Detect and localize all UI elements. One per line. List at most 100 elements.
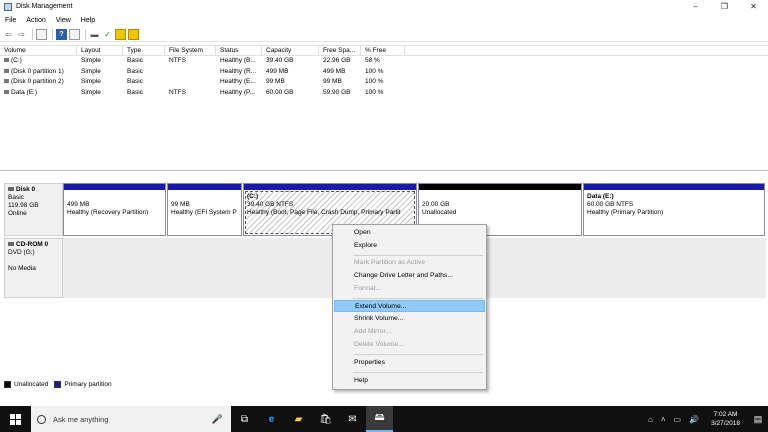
partition-label: Data (E:) xyxy=(587,193,614,200)
column-header-file-system[interactable]: File System xyxy=(165,46,216,55)
show-hide-tree-icon[interactable] xyxy=(36,28,47,40)
partition-label: (C:) xyxy=(247,193,259,200)
capacity-cell: 99 MB xyxy=(266,78,285,85)
clock[interactable]: 7:02 AM 3/27/2018 xyxy=(711,410,740,428)
toolbar-separator xyxy=(52,28,53,40)
menu-item-mark-active[interactable]: Mark Partition as Active xyxy=(334,257,485,269)
store-icon[interactable]: 🛍 xyxy=(312,406,339,432)
volume-list: Volume Layout Type File System Status Ca… xyxy=(0,45,768,171)
partition-size: 99 MB xyxy=(171,201,190,208)
menu-item-delete-volume[interactable]: Delete Volume... xyxy=(334,339,485,351)
volume-cell: Data (E:) xyxy=(0,88,77,99)
partition-status: Healthy (Boot, Page File, Crash Dump, Pr… xyxy=(247,209,401,216)
menu-view[interactable]: View xyxy=(51,17,76,24)
connect-disk-icon[interactable]: ▬ xyxy=(89,29,100,40)
microphone-icon[interactable]: 🎤 xyxy=(212,414,223,425)
volume-name: (C:) xyxy=(11,57,22,64)
partition-text: (C:) 39.40 GB NTFS Healthy (Boot, Page F… xyxy=(244,190,416,220)
capacity-cell: 60.00 GB xyxy=(266,88,294,96)
action-center-icon[interactable]: ▤ xyxy=(748,406,768,432)
menu-action[interactable]: Action xyxy=(21,17,50,24)
disk-0-label[interactable]: Disk 0 Basic 119.98 GB Online xyxy=(4,183,63,236)
free-space-cell: 99 MB xyxy=(323,78,342,85)
minimize-button[interactable]: – xyxy=(681,0,710,13)
show-hidden-icons-icon[interactable]: ˄ xyxy=(661,415,666,424)
column-header-capacity[interactable]: Capacity xyxy=(262,46,319,55)
menu-separator xyxy=(353,354,483,355)
cdrom-type: DVD (G:) xyxy=(8,249,35,256)
partition-text: 499 MB Healthy (Recovery Partition) xyxy=(64,190,165,220)
menu-item-shrink-volume[interactable]: Shrink Volume... xyxy=(334,313,485,325)
table-row[interactable]: (C:) Simple Basic NTFS Healthy (B... 39.… xyxy=(0,56,768,67)
layout-cell: Simple xyxy=(81,88,101,96)
menu-separator xyxy=(353,255,483,256)
edge-browser-icon[interactable]: e xyxy=(258,406,285,432)
menu-item-change-drive-letter[interactable]: Change Drive Letter and Paths... xyxy=(334,270,485,282)
file-system-cell: NTFS xyxy=(169,88,186,96)
partition-data-e[interactable]: Data (E:) 60.00 GB NTFS Healthy (Primary… xyxy=(583,183,765,236)
start-button[interactable] xyxy=(0,406,31,432)
status-cell: Healthy (E... xyxy=(220,78,256,85)
people-icon[interactable]: ⌂ xyxy=(648,415,653,424)
legend-unallocated: Unallocated xyxy=(14,381,49,388)
volume-cell: (Disk 0 partition 2) xyxy=(0,77,77,88)
forward-arrow-icon[interactable]: ⇨ xyxy=(16,29,27,40)
drive-icon xyxy=(4,58,9,63)
menu-help[interactable]: Help xyxy=(76,17,100,24)
partition-text: Data (E:) 60.00 GB NTFS Healthy (Primary… xyxy=(584,190,764,220)
partition-recovery[interactable]: 499 MB Healthy (Recovery Partition) xyxy=(63,183,166,236)
cdrom-0-label[interactable]: CD-ROM 0 DVD (G:) No Media xyxy=(4,238,63,298)
search-box[interactable]: Ask me anything 🎤 xyxy=(31,406,231,432)
properties-icon[interactable] xyxy=(69,28,80,40)
type-cell: Basic xyxy=(127,88,143,96)
partition-label xyxy=(171,193,238,201)
column-header-free-space[interactable]: Free Spa... xyxy=(319,46,361,55)
table-row[interactable]: (Disk 0 partition 2) Simple Basic Health… xyxy=(0,77,768,88)
menu-file[interactable]: File xyxy=(0,17,21,24)
task-view-icon[interactable]: ⧉ xyxy=(231,406,258,432)
partition-efi[interactable]: 99 MB Healthy (EFI System P xyxy=(167,183,242,236)
mail-icon[interactable]: ✉ xyxy=(339,406,366,432)
capacity-cell: 39.40 GB xyxy=(266,57,294,64)
back-arrow-icon[interactable]: ⇦ xyxy=(3,29,14,40)
file-explorer-icon[interactable]: ▰ xyxy=(285,406,312,432)
toolbar-separator xyxy=(32,28,33,40)
column-header-volume[interactable]: Volume xyxy=(0,46,77,55)
menu-item-add-mirror[interactable]: Add Mirror... xyxy=(334,326,485,338)
disk-0-name: Disk 0 xyxy=(16,186,36,193)
legend-primary: Primary partition xyxy=(64,381,112,388)
folder-icon[interactable] xyxy=(115,28,126,40)
column-header-status[interactable]: Status xyxy=(216,46,262,55)
help-icon[interactable]: ? xyxy=(56,28,67,40)
network-icon[interactable]: ▭ xyxy=(674,415,682,424)
status-cell: Healthy (R... xyxy=(220,67,257,75)
disk-0-name-row: Disk 0 xyxy=(8,186,59,194)
partition-label xyxy=(422,193,578,201)
disk-management-taskbar-icon[interactable]: 🖴 xyxy=(366,406,393,432)
table-row[interactable]: Data (E:) Simple Basic NTFS Healthy (P..… xyxy=(0,88,768,99)
volume-icon[interactable]: 🔊 xyxy=(689,415,699,424)
partition-size: 20.00 GB xyxy=(422,201,450,208)
unallocated-swatch xyxy=(4,381,11,388)
menu-item-extend-volume[interactable]: Extend Volume... xyxy=(334,300,485,312)
menu-item-properties[interactable]: Properties xyxy=(334,357,485,369)
menu-item-open[interactable]: Open xyxy=(334,227,485,239)
column-header-layout[interactable]: Layout xyxy=(77,46,123,55)
column-header-percent-free[interactable]: % Free xyxy=(361,46,405,55)
menu-item-format[interactable]: Format... xyxy=(334,283,485,295)
menu-separator xyxy=(353,298,483,299)
partition-status: Healthy (Primary Partition) xyxy=(587,209,664,216)
table-row[interactable]: (Disk 0 partition 1) Simple Basic Health… xyxy=(0,67,768,78)
disk-0-type: Basic xyxy=(8,194,24,201)
column-header-type[interactable]: Type xyxy=(123,46,165,55)
toolbar: ⇦ ⇨ ? ▬ ✓ xyxy=(0,27,768,42)
search-placeholder: Ask me anything xyxy=(53,414,109,424)
checkmark-icon[interactable]: ✓ xyxy=(102,29,113,40)
close-button[interactable]: ✕ xyxy=(739,0,768,13)
maximize-button[interactable]: ❐ xyxy=(710,0,739,13)
menu-item-explore[interactable]: Explore xyxy=(334,240,485,252)
rescan-disks-icon[interactable] xyxy=(128,28,139,40)
menu-item-help[interactable]: Help xyxy=(334,375,485,387)
volume-name: Data (E:) xyxy=(11,88,38,96)
volume-cell: (C:) xyxy=(0,56,77,67)
